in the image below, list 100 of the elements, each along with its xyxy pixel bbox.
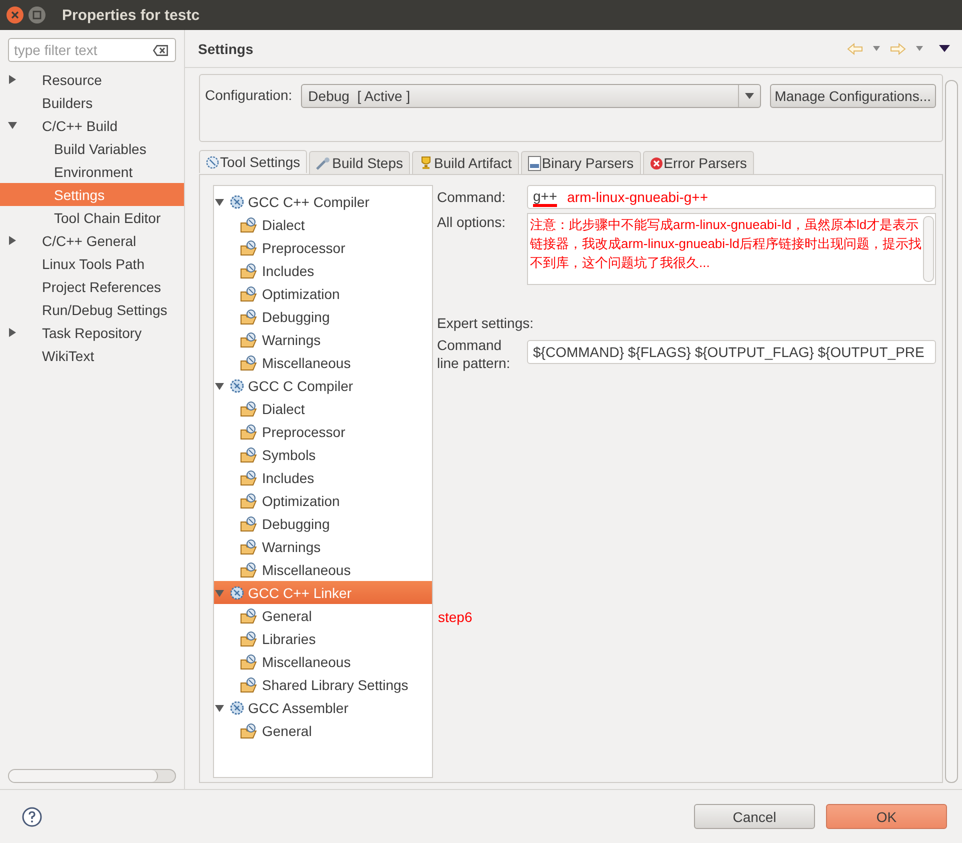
folder-gear-icon	[240, 562, 258, 578]
nav-item[interactable]: Environment	[0, 160, 184, 183]
collapsed-arrow-icon[interactable]	[8, 236, 17, 245]
folder-gear-icon	[240, 424, 258, 440]
nav-item[interactable]: C/C++ Build	[0, 114, 184, 137]
folder-gear-icon	[240, 446, 258, 462]
nav-item[interactable]: WikiText	[0, 344, 184, 367]
trophy-icon	[419, 156, 433, 170]
folder-gear-icon	[240, 332, 258, 348]
tree-item[interactable]: Optimization	[214, 489, 432, 512]
nav-item[interactable]: Build Variables	[0, 137, 184, 160]
nav-item[interactable]: Task Repository	[0, 321, 184, 344]
gear-icon	[230, 586, 244, 600]
filter-field[interactable]: type filter text	[8, 38, 176, 62]
binary-file-icon	[528, 156, 541, 170]
nav-item[interactable]: Linux Tools Path	[0, 252, 184, 275]
clear-icon[interactable]	[153, 45, 168, 56]
folder-gear-icon	[240, 308, 258, 324]
tree-item[interactable]: Preprocessor	[214, 420, 432, 443]
command-line-pattern-field[interactable]: ${COMMAND} ${FLAGS} ${OUTPUT_FLAG} ${OUTPUT_PRE	[527, 340, 936, 364]
command-label: Command:	[437, 188, 506, 207]
tree-item[interactable]: GCC C++ Compiler	[214, 190, 432, 213]
tree-item[interactable]: Preprocessor	[214, 236, 432, 259]
tree-item[interactable]: Debugging	[214, 305, 432, 328]
collapsed-arrow-icon[interactable]	[8, 75, 17, 84]
nav-item[interactable]: Project References	[0, 275, 184, 298]
tree-item[interactable]: Debugging	[214, 512, 432, 535]
tree-item[interactable]: Warnings	[214, 328, 432, 351]
tree-item[interactable]: General	[214, 719, 432, 742]
error-icon	[650, 156, 663, 170]
folder-gear-icon	[240, 676, 258, 692]
page-title: Settings	[198, 40, 254, 56]
tree-item[interactable]: Includes	[214, 259, 432, 282]
dropdown-caret-icon[interactable]	[744, 93, 754, 99]
tab[interactable]: Build Steps	[309, 151, 410, 174]
all-options-label: All options:	[437, 213, 506, 231]
folder-gear-icon	[240, 630, 258, 646]
expanded-arrow-icon[interactable]	[215, 704, 224, 713]
expanded-arrow-icon[interactable]	[215, 198, 224, 207]
tree-item[interactable]: General	[214, 604, 432, 627]
tree-item[interactable]: Miscellaneous	[214, 351, 432, 374]
folder-gear-icon	[240, 240, 258, 256]
vertical-scrollbar[interactable]	[945, 80, 958, 783]
command-field[interactable]: g++ arm-linux-gnueabi-g++	[527, 185, 936, 209]
tree-item[interactable]: Dialect	[214, 397, 432, 420]
all-options-field[interactable]: 注意：此步骤中不能写成arm-linux-gnueabi-ld，虽然原本ld才是表示链接器，我改成arm-linux-gnueabi-ld后程序链接时出现问题，提示找不到库，这个问题坑了我很久...	[527, 213, 936, 285]
nav-item[interactable]: C/C++ General	[0, 229, 184, 252]
gear-icon	[230, 378, 244, 392]
folder-gear-icon	[240, 262, 258, 278]
gear-icon	[230, 194, 244, 208]
folder-gear-icon	[240, 538, 258, 554]
cancel-button[interactable]: Cancel	[694, 804, 815, 829]
gear-icon	[230, 700, 244, 714]
gear-icon	[206, 156, 219, 168]
nav-item[interactable]: Run/Debug Settings	[0, 298, 184, 321]
tree-item[interactable]: GCC Assembler	[214, 696, 432, 719]
tree-item[interactable]: Shared Library Settings	[214, 673, 432, 696]
tab[interactable]: Build Artifact	[412, 151, 519, 174]
tab[interactable]: Tool Settings	[199, 150, 308, 173]
menu-icon[interactable]	[939, 45, 950, 52]
folder-gear-icon	[240, 608, 258, 624]
manage-configurations-button[interactable]: Manage Configurations...	[770, 84, 936, 108]
dropdown-caret-icon[interactable]	[916, 46, 923, 51]
wrench-icon	[316, 156, 332, 170]
tab[interactable]: Binary Parsers	[520, 151, 641, 174]
tree-item[interactable]: Includes	[214, 466, 432, 489]
configuration-dropdown[interactable]: Debug [ Active ]	[301, 84, 761, 108]
expanded-arrow-icon[interactable]	[215, 382, 224, 391]
folder-gear-icon	[240, 722, 258, 738]
folder-gear-icon	[240, 400, 258, 416]
collapsed-arrow-icon[interactable]	[8, 328, 17, 337]
configuration-label: Configuration:	[205, 86, 292, 105]
tree-item[interactable]: Libraries	[214, 627, 432, 650]
tree-item[interactable]: Miscellaneous	[214, 650, 432, 673]
maximize-icon[interactable]	[28, 6, 46, 24]
command-annotation: arm-linux-gnueabi-g++	[567, 189, 708, 205]
tree-item[interactable]: Dialect	[214, 213, 432, 236]
tab[interactable]: Error Parsers	[642, 151, 754, 174]
tree-item[interactable]: GCC C Compiler	[214, 374, 432, 397]
horizontal-scrollbar[interactable]	[8, 769, 176, 783]
folder-gear-icon	[240, 286, 258, 302]
tree-item[interactable]: Miscellaneous	[214, 558, 432, 581]
close-icon[interactable]	[6, 6, 24, 24]
dropdown-caret-icon[interactable]	[873, 46, 880, 51]
nav-item[interactable]: Builders	[0, 91, 184, 114]
step-annotation: step6	[438, 609, 472, 625]
command-value: g++	[533, 188, 558, 206]
folder-gear-icon	[240, 516, 258, 532]
nav-item[interactable]: Resource	[0, 68, 184, 91]
ok-button[interactable]: OK	[826, 804, 947, 829]
tree-item[interactable]: Warnings	[214, 535, 432, 558]
vertical-scrollbar[interactable]	[923, 216, 934, 282]
folder-gear-icon	[240, 654, 258, 670]
folder-gear-icon	[240, 470, 258, 486]
nav-item[interactable]: Tool Chain Editor	[0, 206, 184, 229]
help-icon[interactable]	[22, 806, 42, 826]
tree-item[interactable]: Optimization	[214, 282, 432, 305]
all-options-text: 注意：此步骤中不能写成arm-linux-gnueabi-ld，虽然原本ld才是表示链接器，我改成arm-linux-gnueabi-ld后程序链接时出现问题，提示找不到库，这个问题坑了我很久...	[529, 216, 922, 272]
tree-item[interactable]: Symbols	[214, 443, 432, 466]
expanded-arrow-icon[interactable]	[8, 121, 17, 130]
